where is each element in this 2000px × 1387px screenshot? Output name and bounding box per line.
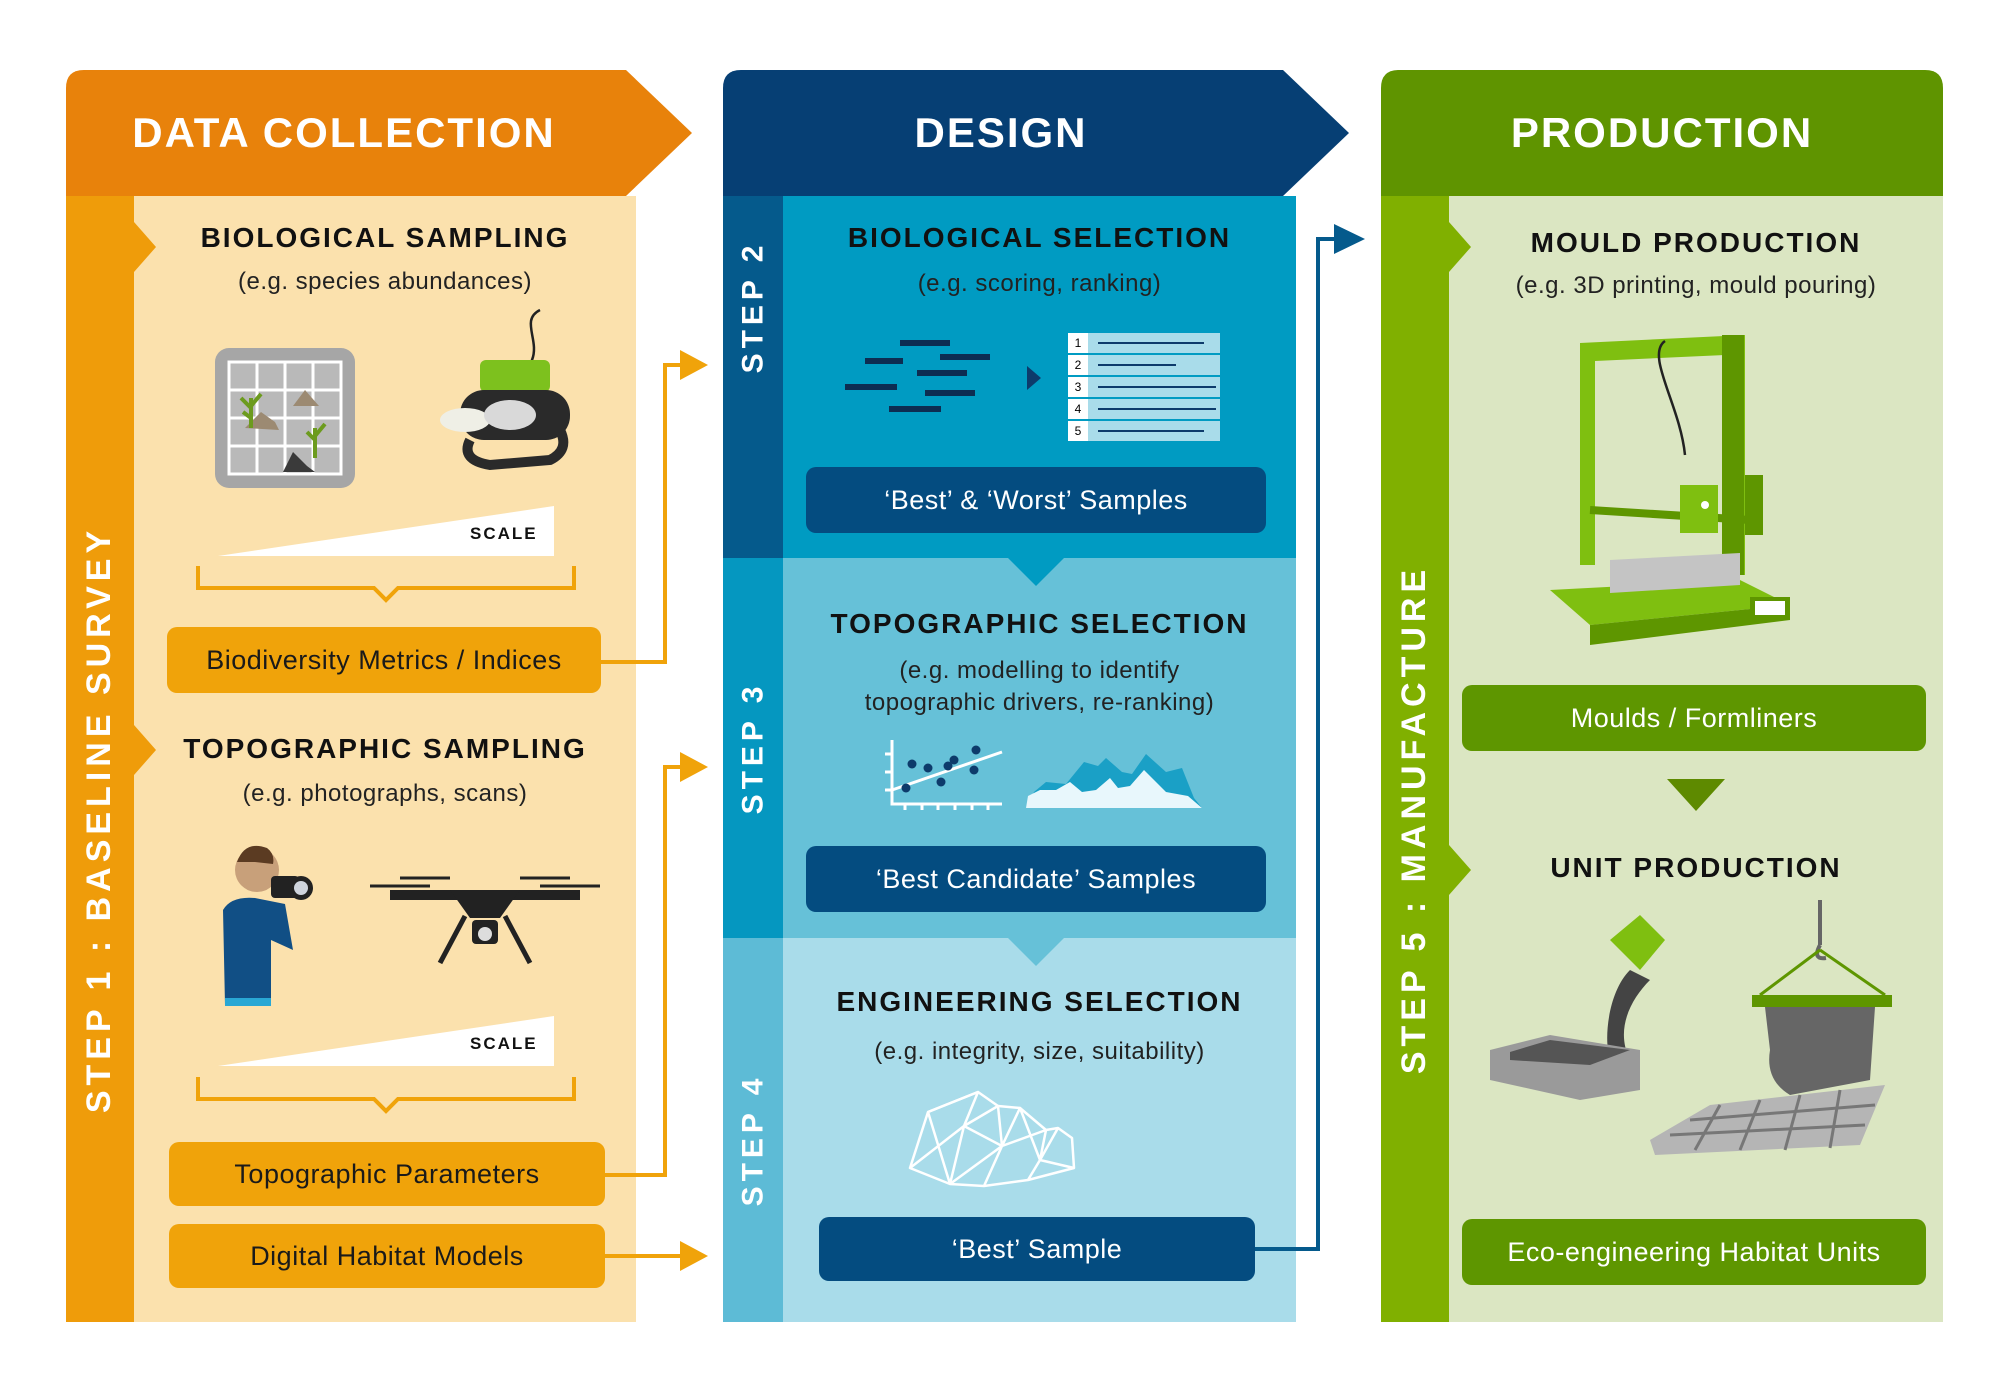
eco-engineering-units-box[interactable]: Eco-engineering Habitat Units [1462, 1219, 1926, 1285]
production-title: PRODUCTION [1510, 109, 1814, 156]
production-header: PRODUCTION [1381, 70, 1943, 196]
concrete-pouring-icon [1490, 900, 1892, 1155]
3d-printer-icon [1550, 335, 1790, 645]
data-collection-header: DATA COLLECTION [66, 70, 692, 196]
data-collection-title: DATA COLLECTION [132, 109, 556, 156]
step5-rail-label: STEP 5 : MANUFACTURE [1395, 564, 1434, 1074]
design-header: DESIGN [723, 70, 1349, 196]
step5-rail: STEP 5 : MANUFACTURE [1381, 196, 1449, 1322]
arrow-head-icon [1334, 224, 1365, 254]
design-title: DESIGN [914, 109, 1088, 156]
unit-production-title: UNIT PRODUCTION [1550, 852, 1842, 883]
mould-production-subtitle: (e.g. 3D printing, mould pouring) [1515, 272, 1877, 299]
down-arrow-icon [1667, 779, 1725, 811]
moulds-formliners-box[interactable]: Moulds / Formliners [1462, 685, 1926, 751]
mould-production-title: MOULD PRODUCTION [1530, 227, 1862, 258]
